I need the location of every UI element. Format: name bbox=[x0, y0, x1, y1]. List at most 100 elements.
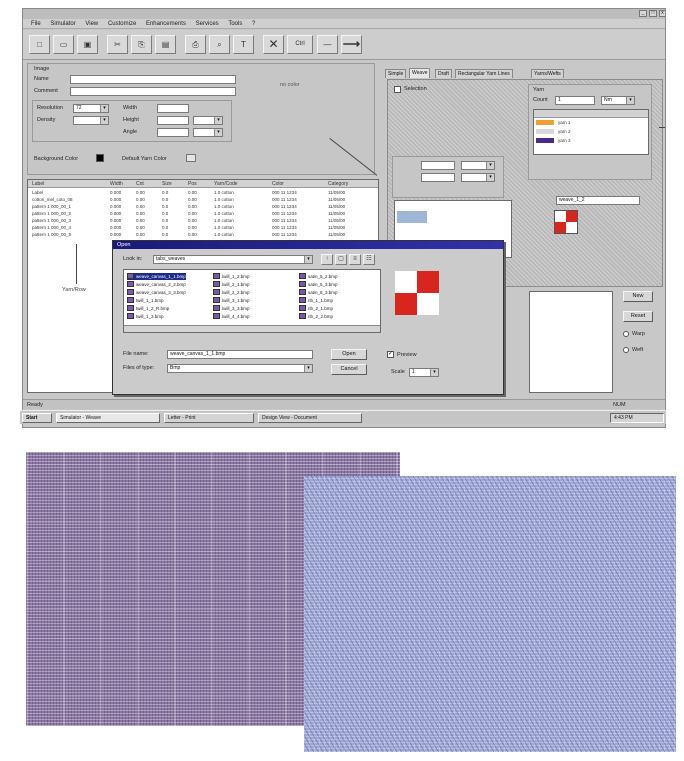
repeat-x-unit[interactable] bbox=[461, 161, 495, 170]
new-icon[interactable]: □ bbox=[29, 35, 50, 54]
reset-button[interactable]: Reset bbox=[623, 311, 653, 322]
file-item[interactable]: twill_4_4.bmp bbox=[213, 313, 250, 320]
minimize-button[interactable]: _ bbox=[639, 10, 647, 17]
file-item[interactable]: rib_2_2.bmp bbox=[299, 313, 333, 320]
table-row[interactable]: pattern 1 000_00_4 0.000 0.00 0.0 0.00 1.0 co… bbox=[28, 224, 378, 231]
menu-simulator[interactable]: Simulator bbox=[50, 19, 75, 29]
file-item[interactable]: twill_1_1.bmp bbox=[127, 297, 164, 304]
resolution-select[interactable]: 72 bbox=[73, 104, 109, 113]
file-list-scrollbar[interactable] bbox=[124, 325, 380, 332]
table-row[interactable]: pattern 1 000_00_2 0.000 0.00 0.0 0.00 1.0 co… bbox=[28, 210, 378, 217]
preview-checkbox[interactable]: ✓ bbox=[387, 351, 394, 358]
count-field[interactable]: 1 bbox=[555, 96, 595, 105]
col-cnt[interactable]: Cnt bbox=[136, 181, 144, 187]
weave-list-selected[interactable] bbox=[397, 211, 427, 223]
find-icon[interactable]: ⌕ bbox=[209, 35, 230, 54]
height-unit-select[interactable] bbox=[193, 116, 223, 125]
density-select[interactable] bbox=[73, 116, 109, 125]
scale-select[interactable]: 1 bbox=[409, 368, 439, 377]
table-row[interactable]: pattern 1 000_00_3 0.000 0.00 0.0 0.00 1.0 co… bbox=[28, 217, 378, 224]
radio-warp[interactable] bbox=[623, 331, 629, 337]
col-color[interactable]: Color bbox=[272, 181, 284, 187]
line-icon[interactable]: — bbox=[317, 35, 338, 54]
open-button[interactable]: Open bbox=[331, 349, 367, 360]
yarn-list-item[interactable]: yarn 2 bbox=[534, 128, 648, 135]
list-view-icon[interactable]: ≡ bbox=[349, 254, 361, 265]
lookin-select[interactable]: tabs_weaves bbox=[153, 255, 313, 264]
menu-enhancements[interactable]: Enhancements bbox=[146, 19, 186, 29]
task-simulator[interactable]: Simulator - Weave bbox=[56, 413, 160, 423]
weave-file-field[interactable]: weave_1_2 bbox=[556, 196, 640, 205]
save-icon[interactable]: ▣ bbox=[77, 35, 98, 54]
angle-unit-select[interactable] bbox=[193, 128, 223, 137]
table-row[interactable]: cotton_mel_coto_08 0.000 0.00 0.0 0.00 1.0 co… bbox=[28, 196, 378, 203]
menu-services[interactable]: Services bbox=[196, 19, 219, 29]
file-item[interactable]: twill_1_2.bmp bbox=[213, 273, 250, 280]
file-list[interactable]: weave_canvas_1_1.bmp twill_1_2.bmp satin_5… bbox=[123, 269, 381, 333]
col-yarn[interactable]: Yarn/Code bbox=[214, 181, 238, 187]
table-row[interactable]: Label 0.000 0.00 0.0 0.00 1.0 cotton 000 11 12… bbox=[28, 189, 378, 196]
copy-icon[interactable]: ⎘ bbox=[131, 35, 152, 54]
start-button[interactable]: Start bbox=[22, 413, 52, 423]
arrow-icon[interactable]: ⟶ bbox=[341, 35, 362, 54]
menu-tools[interactable]: Tools bbox=[228, 19, 242, 29]
tab-rectangular-yarn-lines[interactable]: Rectangular Yarn Lines bbox=[455, 69, 513, 78]
cut-icon[interactable]: ✂ bbox=[107, 35, 128, 54]
table-row[interactable]: pattern 1 000_00_5 0.000 0.00 0.0 0.00 1.0 co… bbox=[28, 231, 378, 238]
col-size[interactable]: Size bbox=[162, 181, 172, 187]
close-button[interactable]: x bbox=[659, 10, 665, 17]
repeat-y-field[interactable] bbox=[421, 173, 455, 182]
unit-select[interactable]: Nm bbox=[601, 96, 635, 105]
ctrl-button[interactable]: Ctrl bbox=[287, 35, 313, 54]
filename-field[interactable]: weave_canvas_1_1.bmp bbox=[167, 350, 313, 359]
up-folder-icon[interactable]: ↑ bbox=[321, 254, 333, 265]
file-item[interactable]: twill_2_2.bmp bbox=[213, 289, 250, 296]
yarn-list-item[interactable]: yarn 1 bbox=[534, 119, 648, 126]
comment-field[interactable] bbox=[70, 87, 236, 96]
details-view-icon[interactable]: ☷ bbox=[363, 254, 375, 265]
tab-weave[interactable]: Weave bbox=[409, 68, 431, 78]
tab-draft[interactable]: Draft bbox=[435, 69, 452, 78]
yarn-list-item[interactable]: yarn 3 bbox=[534, 137, 648, 144]
repeat-y-unit[interactable] bbox=[461, 173, 495, 182]
file-item[interactable]: twill_3_1.bmp bbox=[213, 297, 250, 304]
tab-yarns-wefts[interactable]: Yarns/Wefts bbox=[531, 69, 564, 78]
table-row[interactable]: pattern 1 000_00_1 0.000 0.00 0.0 0.00 1.0 co… bbox=[28, 203, 378, 210]
file-item[interactable]: satin_5_3.bmp bbox=[299, 281, 338, 288]
maximize-button[interactable]: □ bbox=[649, 10, 657, 17]
radio-weft[interactable] bbox=[623, 347, 629, 353]
col-pos[interactable]: Pos bbox=[188, 181, 197, 187]
cross-icon[interactable]: ✕ bbox=[263, 35, 284, 54]
file-item[interactable]: twill_1_2_R.bmp bbox=[127, 305, 169, 312]
menu-view[interactable]: View bbox=[85, 19, 98, 29]
paste-icon[interactable]: ▤ bbox=[155, 35, 176, 54]
tab-simple[interactable]: Simple bbox=[385, 69, 407, 78]
col-width[interactable]: Width bbox=[110, 181, 123, 187]
print-icon[interactable]: ⎙ bbox=[185, 35, 206, 54]
new-button[interactable]: New bbox=[623, 291, 653, 302]
filetype-select[interactable]: Bmp bbox=[167, 364, 313, 373]
file-item[interactable]: twill_1_3.bmp bbox=[127, 313, 164, 320]
task-letter[interactable]: Letter - Print bbox=[164, 413, 254, 423]
file-item[interactable]: rib_1_1.bmp bbox=[299, 297, 333, 304]
file-item[interactable]: twill_2_1.bmp bbox=[213, 281, 250, 288]
menu-file[interactable]: File bbox=[31, 19, 41, 29]
file-item[interactable]: satin_8_3.bmp bbox=[299, 289, 338, 296]
task-design-view[interactable]: Design View - Document bbox=[258, 413, 362, 423]
yarn-list[interactable]: yarn 1 yarn 2 yarn 3 bbox=[533, 109, 649, 155]
text-icon[interactable]: T bbox=[233, 35, 254, 54]
background-color-swatch[interactable] bbox=[96, 154, 104, 162]
new-folder-icon[interactable]: ▢ bbox=[335, 254, 347, 265]
open-icon[interactable]: ▭ bbox=[53, 35, 74, 54]
file-item[interactable]: weave_canvas_2_2.bmp bbox=[127, 281, 186, 288]
file-item[interactable]: weave_canvas_1_1.bmp bbox=[127, 273, 186, 280]
menu-help[interactable]: ? bbox=[252, 19, 255, 29]
name-field[interactable] bbox=[70, 75, 236, 84]
width-field[interactable] bbox=[157, 104, 189, 113]
default-yarn-color-swatch[interactable] bbox=[186, 154, 196, 162]
repeat-x-field[interactable] bbox=[421, 161, 455, 170]
file-item[interactable]: satin_5_2.bmp bbox=[299, 273, 338, 280]
file-item[interactable]: twill_3_3.bmp bbox=[213, 305, 250, 312]
angle-field[interactable] bbox=[157, 128, 189, 137]
col-category[interactable]: Category bbox=[328, 181, 348, 187]
